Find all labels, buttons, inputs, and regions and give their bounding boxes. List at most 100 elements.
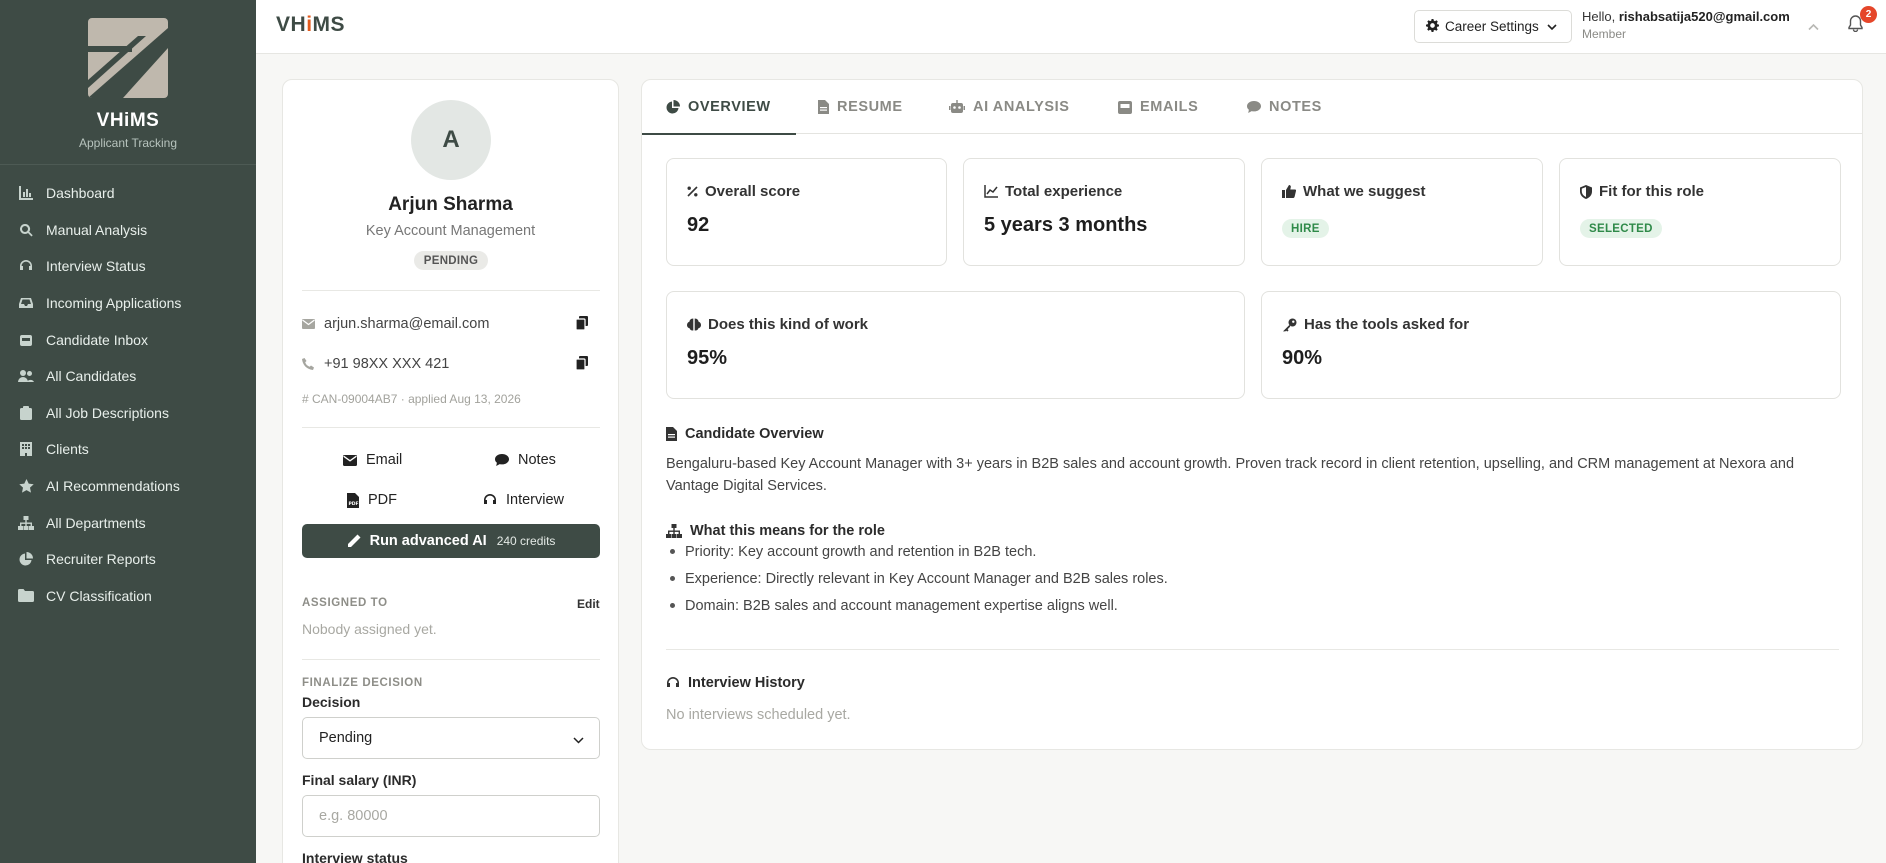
run-advanced-ai-button[interactable]: Run advanced AI 240 credits — [302, 524, 600, 558]
user-email: rishabsatija520@gmail.com — [1618, 9, 1790, 24]
tab-emails[interactable]: EMAILS — [1118, 80, 1198, 134]
chevron-down-icon — [573, 732, 584, 748]
robot-icon — [949, 100, 965, 114]
sidebar-item-label: AI Recommendations — [46, 478, 180, 495]
hash-icon: # — [302, 392, 313, 406]
sidebar-item-ai-recommendations[interactable]: AI Recommendations — [0, 468, 256, 505]
sidebar-item-label: Interview Status — [46, 258, 146, 275]
sidebar-item-label: CV Classification — [46, 587, 152, 604]
comment-icon — [495, 454, 509, 466]
sidebar-item-interview-status[interactable]: Interview Status — [0, 248, 256, 285]
career-settings-button[interactable]: Career Settings — [1414, 10, 1572, 43]
pencil-icon — [347, 534, 361, 548]
sidebar-item-cv-classification[interactable]: CV Classification — [0, 578, 256, 615]
sidebar-item-all-candidates[interactable]: All Candidates — [0, 358, 256, 395]
top-bar: VHiMS Career Settings Hello, rishabsatij… — [256, 0, 1886, 54]
decision-select[interactable]: Pending — [302, 717, 600, 759]
candidate-id-text: CAN-09004AB7 · applied Aug 13, 2026 — [312, 392, 521, 406]
tab-overview[interactable]: OVERVIEW — [642, 80, 796, 135]
total-experience-label: Total experience — [984, 183, 1122, 200]
candidate-email-row: arjun.sharma@email.com — [302, 314, 600, 334]
interview-button-label: Interview — [506, 492, 565, 508]
candidate-name: Arjun Sharma — [388, 194, 513, 215]
tab-label: RESUME — [837, 99, 903, 115]
overall-score-label: Overall score — [687, 183, 800, 200]
edit-assignee-link[interactable]: Edit — [577, 597, 600, 611]
candidate-email[interactable]: arjun.sharma@email.com — [324, 316, 489, 332]
candidate-phone-row: +91 98XX XXX 421 — [302, 354, 600, 374]
pie-chart-icon — [18, 551, 34, 567]
sidebar-item-label: All Candidates — [46, 368, 137, 385]
users-icon — [18, 368, 34, 384]
fit-badge: SELECTED — [1580, 219, 1662, 238]
comment-icon — [1247, 101, 1261, 113]
inbox-icon — [1118, 100, 1132, 114]
sidebar-item-label: Clients — [46, 441, 89, 458]
sidebar-item-candidate-inbox[interactable]: Candidate Inbox — [0, 321, 256, 358]
pdf-button[interactable]: PDF PDF — [347, 489, 397, 511]
sidebar-item-clients[interactable]: Clients — [0, 431, 256, 468]
decision-value: Pending — [319, 730, 373, 746]
divider — [302, 659, 600, 660]
sidebar-item-incoming-applications[interactable]: Incoming Applications — [0, 285, 256, 322]
pdf-icon: PDF — [347, 492, 359, 508]
brand: VHiMS Applicant Tracking — [0, 0, 256, 165]
sidebar-item-manual-analysis[interactable]: Manual Analysis — [0, 212, 256, 249]
notes-button[interactable]: Notes — [495, 449, 556, 471]
candidate-overview-heading: Candidate Overview — [666, 426, 824, 442]
pie-chart-icon — [666, 100, 680, 114]
email-button[interactable]: Email — [343, 449, 402, 471]
logo — [88, 18, 168, 98]
tab-notes[interactable]: NOTES — [1247, 80, 1322, 134]
sidebar-item-recruiter-reports[interactable]: Recruiter Reports — [0, 541, 256, 578]
interview-history-empty: No interviews scheduled yet. — [666, 707, 851, 723]
copy-email-icon[interactable] — [575, 316, 588, 334]
sitemap-icon — [18, 515, 34, 531]
notes-button-label: Notes — [518, 452, 556, 468]
sidebar-item-dashboard[interactable]: Dashboard — [0, 175, 256, 212]
greeting-text: Hello, — [1582, 9, 1616, 24]
copy-phone-icon[interactable] — [575, 356, 588, 374]
tools-match-label: Has the tools asked for — [1282, 316, 1469, 333]
building-icon — [18, 441, 34, 457]
star-icon — [18, 478, 34, 494]
chevron-down-icon — [1547, 19, 1557, 34]
app-title-part: VH — [276, 13, 307, 36]
candidate-phone[interactable]: +91 98XX XXX 421 — [324, 356, 449, 372]
interview-history-heading: Interview History — [666, 675, 805, 691]
sidebar-item-label: Recruiter Reports — [46, 551, 156, 568]
search-icon — [18, 222, 34, 238]
sidebar: VHiMS Applicant Tracking Dashboard Manua… — [0, 0, 256, 863]
interview-button[interactable]: Interview — [483, 489, 564, 511]
suggestion-label: What we suggest — [1282, 183, 1426, 200]
sidebar-item-all-departments[interactable]: All Departments — [0, 504, 256, 541]
candidate-id-line: # CAN-09004AB7 · applied Aug 13, 2026 — [302, 392, 521, 406]
metric-label-text: Total experience — [1005, 183, 1123, 200]
file-icon — [666, 427, 677, 441]
sitemap-icon — [666, 524, 682, 538]
line-chart-icon — [984, 185, 998, 198]
role-meaning-list: Priority: Key account growth and retenti… — [666, 538, 1168, 619]
metric-label-text: Does this kind of work — [708, 316, 869, 333]
credits-count: 240 credits — [496, 534, 556, 548]
tab-ai-analysis[interactable]: AI ANALYSIS — [949, 80, 1070, 134]
key-icon — [1282, 318, 1297, 332]
divider — [302, 290, 600, 291]
avatar: A — [411, 100, 491, 180]
divider — [302, 427, 600, 428]
list-item: Priority: Key account growth and retenti… — [666, 538, 1168, 565]
final-salary-input[interactable] — [302, 795, 600, 837]
section-heading-text: Candidate Overview — [685, 426, 824, 442]
sidebar-item-all-job-descriptions[interactable]: All Job Descriptions — [0, 395, 256, 432]
headset-icon — [666, 676, 680, 690]
tab-resume[interactable]: RESUME — [818, 80, 903, 134]
assigned-value: Nobody assigned yet. — [302, 621, 437, 637]
user-menu[interactable]: Hello, rishabsatija520@gmail.com Member — [1582, 9, 1790, 41]
suggestion-badge: HIRE — [1282, 219, 1329, 238]
svg-text:PDF: PDF — [349, 501, 359, 507]
headset-icon — [483, 493, 497, 507]
metric-label-text: What we suggest — [1303, 183, 1426, 200]
chevron-up-icon[interactable] — [1808, 18, 1819, 36]
role-meaning-heading: What this means for the role — [666, 523, 885, 539]
work-match-value: 95% — [687, 347, 728, 369]
